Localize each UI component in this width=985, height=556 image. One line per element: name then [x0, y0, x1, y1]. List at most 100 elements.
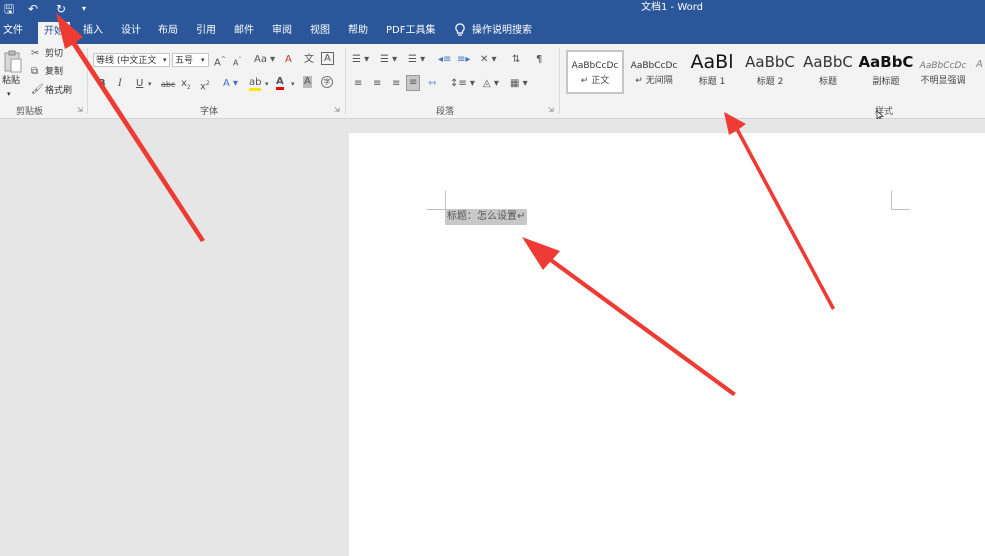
highlight-dropdown-icon[interactable]: ▾	[265, 77, 269, 91]
title-bar: 🖫 ↶ ↻ ▾ 文档1 - Word	[0, 0, 985, 20]
paragraph-group-label: 段落	[436, 107, 455, 117]
superscript-icon[interactable]: x2	[200, 77, 210, 94]
shading-icon[interactable]: ◬ ▾	[483, 77, 499, 91]
clipboard-group-label: 剪贴板	[16, 107, 44, 117]
tab-design[interactable]: 设计	[121, 20, 141, 44]
underline-dropdown-icon[interactable]: ▾	[148, 77, 152, 91]
tell-me-search[interactable]: 操作说明搜索	[454, 20, 532, 44]
shrink-font-icon[interactable]: Aˇ	[233, 54, 241, 71]
style-preview: AaBbC	[803, 53, 853, 71]
align-center-icon[interactable]: ≡	[373, 77, 381, 91]
tab-references[interactable]: 引用	[196, 20, 216, 44]
font-name-dropdown-icon[interactable]: ▾	[163, 54, 167, 66]
character-shading-icon[interactable]: A	[303, 76, 312, 88]
text-effects-icon[interactable]: A ▾	[223, 77, 238, 91]
paste-button[interactable]: 粘贴	[2, 75, 20, 87]
italic-icon[interactable]: I	[118, 77, 122, 91]
style-normal[interactable]: AaBbCcDc ↵ 正文	[566, 50, 624, 94]
paste-dropdown-icon[interactable]: ▾	[7, 88, 11, 100]
tab-help[interactable]: 帮助	[348, 20, 368, 44]
bold-icon[interactable]: B	[98, 77, 106, 91]
character-border-icon[interactable]: A	[321, 52, 334, 65]
format-painter-icon: 🖌	[31, 84, 44, 95]
tab-pdf-tools[interactable]: PDF工具集	[386, 20, 435, 44]
save-icon[interactable]: 🖫	[4, 1, 14, 17]
style-name: 不明显强调	[920, 76, 966, 86]
subscript-icon[interactable]: x2	[181, 77, 191, 95]
font-size-value: 五号	[175, 56, 194, 66]
style-heading-2[interactable]: AaBbC 标题 2	[742, 50, 798, 94]
cut-button[interactable]: 剪切	[45, 48, 63, 60]
copy-icon: ⧉	[31, 66, 39, 77]
style-preview: AaBbC	[745, 53, 795, 71]
multilevel-list-icon[interactable]: ☰ ▾	[408, 53, 425, 67]
tab-file[interactable]: 文件	[3, 20, 23, 44]
style-subtle-emphasis[interactable]: AaBbCcDc 不明显强调	[915, 50, 971, 94]
numbering-icon[interactable]: ☰ ▾	[380, 53, 397, 67]
increase-indent-icon[interactable]: ≡▸	[457, 53, 470, 67]
style-name: 标题 2	[756, 77, 784, 87]
phonetic-guide-icon[interactable]: 文	[304, 53, 314, 67]
group-divider	[559, 48, 560, 114]
margin-corner-mark	[427, 191, 446, 210]
underline-icon[interactable]: U	[136, 77, 143, 91]
font-name-combo[interactable]: 等线 (中文正文	[93, 53, 170, 67]
lightbulb-icon	[455, 23, 465, 36]
font-launcher-icon[interactable]: ⇲	[334, 106, 340, 114]
selected-paragraph[interactable]: 标题：怎么设置↵	[445, 209, 528, 225]
highlight-color-icon[interactable]: ab	[249, 77, 262, 91]
style-name: 标题 1	[698, 77, 726, 87]
undo-icon[interactable]: ↶	[28, 1, 38, 17]
font-name-value: 等线 (中文正文	[96, 56, 157, 66]
decrease-indent-icon[interactable]: ◂≡	[438, 53, 451, 67]
tab-insert[interactable]: 插入	[83, 20, 103, 44]
margin-corner-mark	[891, 191, 910, 210]
clipboard-launcher-icon[interactable]: ⇲	[77, 106, 83, 114]
font-color-dropdown-icon[interactable]: ▾	[291, 77, 295, 91]
change-case-icon[interactable]: Aa ▾	[254, 53, 275, 67]
style-heading-1[interactable]: AaBl 标题 1	[684, 50, 740, 94]
redo-icon[interactable]: ↻	[56, 1, 66, 17]
style-overflow-preview: A	[976, 59, 983, 70]
format-painter-button[interactable]: 格式刷	[45, 85, 72, 97]
justify-icon[interactable]: ≡	[406, 75, 421, 91]
style-preview: AaBbCcDc	[571, 61, 619, 71]
tab-mailings[interactable]: 邮件	[234, 20, 254, 44]
tab-review[interactable]: 审阅	[272, 20, 292, 44]
customize-quick-access-icon[interactable]: ▾	[82, 1, 86, 17]
style-preview: AaBbCcDc	[919, 61, 967, 71]
chinese-layout-icon[interactable]: ✕ ▾	[480, 53, 497, 67]
style-subtitle[interactable]: AaBbC 副标题	[858, 50, 914, 94]
grow-font-icon[interactable]: A^	[214, 53, 226, 70]
line-spacing-icon[interactable]: ↕≡ ▾	[450, 77, 475, 91]
tab-view[interactable]: 视图	[310, 20, 330, 44]
sort-icon[interactable]: ⇅	[512, 53, 520, 67]
tell-me-label: 操作说明搜索	[472, 25, 532, 36]
style-name: ↵ 无间隔	[635, 76, 673, 86]
font-color-icon[interactable]: A	[276, 76, 284, 90]
show-marks-icon[interactable]: ¶	[536, 53, 542, 67]
document-page[interactable]	[349, 133, 985, 556]
strikethrough-icon[interactable]: abc	[161, 78, 175, 92]
borders-icon[interactable]: ▦ ▾	[510, 77, 528, 91]
tab-layout[interactable]: 布局	[158, 20, 178, 44]
enclose-characters-icon[interactable]: 字	[321, 76, 333, 88]
distributed-icon[interactable]: ⇿	[428, 77, 436, 91]
font-group-label: 字体	[200, 107, 219, 117]
style-preview: AaBbC	[858, 53, 914, 71]
align-right-icon[interactable]: ≡	[392, 77, 400, 91]
style-no-spacing[interactable]: AaBbCcDc ↵ 无间隔	[626, 50, 682, 94]
style-title[interactable]: AaBbC 标题	[800, 50, 856, 94]
copy-button[interactable]: 复制	[45, 66, 63, 78]
clear-formatting-icon[interactable]: A	[285, 53, 292, 67]
align-left-icon[interactable]: ≡	[354, 77, 362, 91]
ribbon-home: 粘贴 ▾ ✂ 剪切 ⧉ 复制 🖌 格式刷 剪贴板 ⇲ 等线 (中文正文 ▾ 五号…	[0, 44, 985, 121]
font-size-dropdown-icon[interactable]: ▾	[201, 54, 205, 66]
paragraph-launcher-icon[interactable]: ⇲	[548, 106, 554, 114]
group-divider	[345, 48, 346, 114]
paste-icon[interactable]	[3, 50, 23, 74]
tab-home[interactable]: 开始	[38, 22, 70, 44]
bullets-icon[interactable]: ☰ ▾	[352, 53, 369, 67]
window-title: 文档1 - Word	[641, 2, 704, 13]
style-preview: AaBl	[690, 51, 734, 73]
